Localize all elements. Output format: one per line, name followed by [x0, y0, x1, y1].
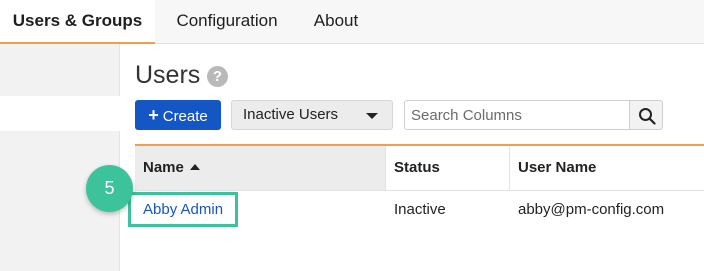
step-highlight-box	[128, 192, 238, 227]
page-title: Users	[135, 61, 201, 89]
create-button-label: Create	[162, 108, 208, 125]
user-username-cell: abby@pm-config.com	[518, 201, 665, 218]
plus-icon: +	[148, 105, 159, 125]
sort-ascending-icon	[189, 164, 200, 170]
header-divider	[135, 190, 704, 191]
caret-down-icon	[366, 113, 378, 119]
top-navigation: Users & Groups Configuration About	[0, 0, 704, 45]
sidebar	[0, 44, 120, 271]
search-button[interactable]	[629, 100, 663, 130]
user-status-cell: Inactive	[394, 201, 446, 218]
search-columns-input[interactable]	[404, 100, 630, 130]
sidebar-selected-item[interactable]	[0, 96, 120, 131]
user-filter-select[interactable]: Inactive Users	[231, 100, 393, 130]
tab-configuration[interactable]: Configuration	[165, 0, 289, 44]
create-button[interactable]: + Create	[135, 100, 221, 130]
user-filter-value: Inactive Users	[243, 106, 339, 123]
magnifier-icon	[639, 108, 656, 125]
column-header-status[interactable]: Status	[386, 146, 510, 190]
step-number-badge: 5	[86, 165, 133, 212]
tab-users-groups[interactable]: Users & Groups	[0, 0, 155, 45]
column-header-user-name[interactable]: User Name	[510, 146, 704, 190]
column-header-name-label: Name	[143, 159, 184, 176]
tab-about[interactable]: About	[303, 0, 369, 44]
column-header-name[interactable]: Name	[135, 146, 386, 190]
question-circle-icon[interactable]: ?	[207, 66, 228, 87]
